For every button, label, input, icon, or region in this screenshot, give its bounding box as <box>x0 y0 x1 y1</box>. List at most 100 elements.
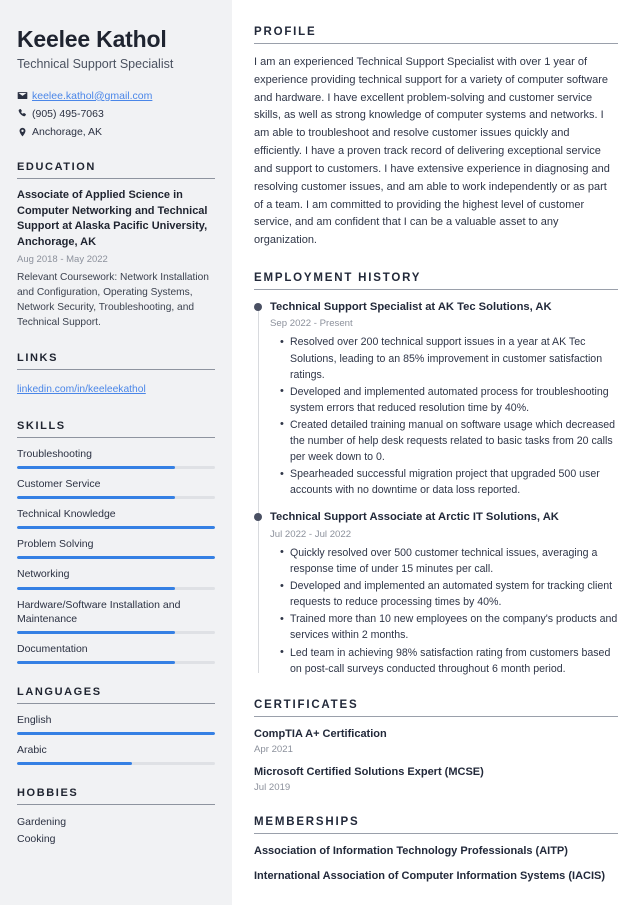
skill-bar-fill <box>17 630 176 634</box>
section-divider <box>17 178 215 180</box>
skill-bar-track <box>17 661 215 665</box>
skill-bar-fill <box>17 496 176 500</box>
hobby-item: Cooking <box>17 832 56 845</box>
employment-item: Technical Support Associate at Arctic IT… <box>254 510 618 677</box>
employment-item-title: Technical Support Specialist at AK Tec S… <box>270 300 552 313</box>
section-certificates: CERTIFICATES CompTIA A+ Certification Apr… <box>254 699 618 795</box>
profile-text: I am an experienced Technical Support Sp… <box>254 56 610 247</box>
hobbies-list: Gardening Cooking <box>17 814 215 847</box>
bullet-item: Resolved over 200 technical support issu… <box>280 334 618 382</box>
languages-list: English Arabic <box>17 713 215 766</box>
page-title: Keelee Kathol <box>17 26 167 52</box>
section-hobbies-heading: HOBBIES <box>17 787 79 800</box>
certificates-list: CompTIA A+ Certification Apr 2021 Microsof… <box>254 727 618 795</box>
skill-label: Technical Knowledge <box>17 508 116 521</box>
employment-item-date: Sep 2022 - Present <box>270 318 353 330</box>
section-divider <box>17 804 215 806</box>
skill-row: Problem Solving <box>17 537 215 560</box>
section-divider <box>17 369 215 371</box>
skill-row: Hardware/Software Installation and Maint… <box>17 598 215 634</box>
section-divider <box>17 436 215 438</box>
language-bar-track <box>17 732 215 736</box>
skill-bar-track <box>17 465 215 469</box>
skill-bar-track <box>17 496 215 500</box>
language-row: English <box>17 713 215 736</box>
employment-item-title: Technical Support Associate at Arctic IT… <box>270 511 559 524</box>
skill-row: Troubleshooting <box>17 447 215 469</box>
link-item-linkedin[interactable]: linkedin.com/in/keeleekathol <box>17 382 146 397</box>
bullet-item: Trained more than 10 new employees on th… <box>280 611 618 643</box>
section-hobbies: HOBBIES Gardening Cooking <box>17 787 215 847</box>
contact-location-row: Anchorage, AK <box>17 125 215 139</box>
hobby-item: Gardening <box>17 816 67 829</box>
section-profile: PROFILE I am an experienced Technical Su… <box>254 26 618 250</box>
skill-label: Problem Solving <box>17 538 94 551</box>
language-label: English <box>17 714 52 727</box>
contact-location-value: Anchorage, AK <box>32 126 103 139</box>
certificate-item-title: CompTIA A+ Certification <box>254 727 387 740</box>
employment-item-date: Jul 2022 - Jul 2022 <box>270 528 352 540</box>
contact-block: keelee.kathol@gmail.com (905) 495-7063 A… <box>17 89 215 140</box>
section-certificates-heading: CERTIFICATES <box>254 698 359 711</box>
skill-bar-fill <box>17 661 176 665</box>
education-item-title: Associate of Applied Science in Computer… <box>17 189 208 249</box>
timeline-dot-icon <box>254 302 262 311</box>
contact-phone-value: (905) 495-7063 <box>32 107 104 120</box>
bullet-item: Created detailed training manual on soft… <box>280 416 618 465</box>
section-divider <box>254 43 618 44</box>
bullet-item: Developed and implemented an automated s… <box>280 578 618 610</box>
certificate-item-title: Microsoft Certified Solutions Expert (MC… <box>254 765 484 778</box>
section-divider <box>254 833 618 835</box>
memberships-list: Association of Information Technology Pr… <box>254 844 618 884</box>
employment-item: Technical Support Specialist at AK Tec S… <box>254 300 618 498</box>
employment-item-bullets: Quickly resolved over 500 customer techn… <box>270 544 618 677</box>
employment-item-bullets: Resolved over 200 technical support issu… <box>270 334 618 498</box>
contact-email-row[interactable]: keelee.kathol@gmail.com <box>17 89 215 103</box>
skill-label: Networking <box>17 568 70 581</box>
certificate-item: CompTIA A+ Certification Apr 2021 <box>254 727 618 757</box>
certificate-item-date: Apr 2021 <box>254 744 293 756</box>
section-employment: EMPLOYMENT HISTORY Technical Support Spe… <box>254 272 618 677</box>
section-memberships: MEMBERSHIPS Association of Information T… <box>254 816 618 884</box>
skill-bar-track <box>17 630 215 634</box>
skills-list: Troubleshooting Customer Service Technical… <box>17 447 215 665</box>
employment-timeline: Technical Support Specialist at AK Tec S… <box>254 300 618 677</box>
contact-email-value[interactable]: keelee.kathol@gmail.com <box>32 89 152 103</box>
language-bar-fill <box>17 732 215 736</box>
envelope-icon <box>17 90 32 101</box>
membership-item: International Association of Computer In… <box>254 869 606 882</box>
skill-row: Networking <box>17 567 215 590</box>
section-links: LINKS linkedin.com/in/keeleekathol <box>17 352 215 397</box>
skill-label: Customer Service <box>17 477 101 490</box>
skill-bar-fill <box>17 465 176 469</box>
header-job-title: Technical Support Specialist <box>17 57 174 72</box>
section-memberships-heading: MEMBERSHIPS <box>254 816 360 829</box>
sidebar: Keelee Kathol Technical Support Speciali… <box>0 0 232 905</box>
section-languages-heading: LANGUAGES <box>17 686 102 699</box>
bullet-item: Developed and implemented automated proc… <box>280 383 618 416</box>
section-links-heading: LINKS <box>17 352 58 365</box>
membership-item: Association of Information Technology Pr… <box>254 845 568 858</box>
bullet-item: Quickly resolved over 500 customer techn… <box>280 544 618 577</box>
skill-label: Troubleshooting <box>17 447 92 460</box>
bullet-item: Spearheaded successful migration project… <box>280 466 618 498</box>
section-education: EDUCATION Associate of Applied Science i… <box>17 161 215 330</box>
map-pin-icon <box>17 127 32 138</box>
section-divider <box>17 703 215 705</box>
phone-icon <box>17 108 32 119</box>
section-divider <box>254 715 618 717</box>
skill-bar-fill <box>17 556 215 560</box>
section-education-heading: EDUCATION <box>17 161 96 174</box>
skill-row: Customer Service <box>17 477 215 500</box>
section-divider <box>254 288 618 290</box>
skill-bar-fill <box>17 526 215 530</box>
contact-phone-row: (905) 495-7063 <box>17 107 215 121</box>
education-item-date: Aug 2018 - May 2022 <box>17 253 108 265</box>
education-item: Associate of Applied Science in Computer… <box>17 188 215 330</box>
section-profile-heading: PROFILE <box>254 26 317 38</box>
skill-row: Documentation <box>17 642 215 665</box>
section-skills: SKILLS Troubleshooting Customer Service Te… <box>17 420 215 665</box>
language-label: Arabic <box>17 744 47 757</box>
main-content: PROFILE I am an experienced Technical Su… <box>232 0 640 905</box>
language-row: Arabic <box>17 743 215 766</box>
